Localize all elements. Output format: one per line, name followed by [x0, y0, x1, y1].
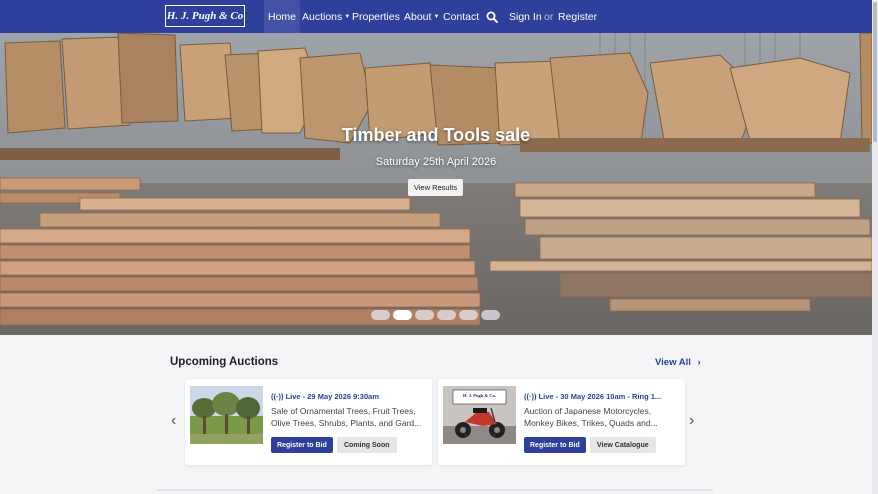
- register-to-bid-button[interactable]: Register to Bid: [524, 437, 586, 453]
- broadcast-icon: ((·)): [524, 392, 537, 401]
- top-navbar: H. J. Pugh & Co Home Auctions ▼ Propertie…: [0, 0, 872, 33]
- view-results-button[interactable]: View Results: [408, 179, 463, 196]
- scrollbar-thumb[interactable]: [873, 2, 877, 142]
- chevron-down-icon: ▼: [433, 13, 440, 20]
- nav-contact[interactable]: Contact: [443, 0, 479, 33]
- nav-about[interactable]: About ▼: [404, 0, 439, 33]
- hero-title: Timber and Tools sale: [341, 125, 531, 145]
- hero-carousel[interactable]: Timber and Tools sale Saturday 25th Apri…: [0, 33, 872, 335]
- carousel-dot[interactable]: [459, 310, 478, 320]
- section-divider: [157, 489, 713, 491]
- auction-live-date: ((·)) Live - 29 May 2026 9:30am: [271, 392, 426, 401]
- view-all-link[interactable]: View All ›: [655, 357, 701, 368]
- auction-card[interactable]: H. J. Pugh & Co. ((·)) Live - 30 May 202…: [438, 379, 685, 465]
- nav-auctions[interactable]: Auctions ▼: [302, 0, 350, 33]
- chevron-down-icon: ▼: [344, 13, 351, 20]
- auction-card[interactable]: ((·)) Live - 29 May 2026 9:30am Sale of …: [185, 379, 432, 465]
- auction-live-date: ((·)) Live - 30 May 2026 10am - Ring 1..…: [524, 392, 679, 401]
- nav-auctions-label: Auctions: [302, 10, 343, 23]
- brand-logo[interactable]: H. J. Pugh & Co: [165, 5, 245, 27]
- carousel-prev-arrow[interactable]: ‹: [171, 412, 176, 430]
- hero-subtitle: Saturday 25th April 2026: [375, 156, 497, 168]
- auction-card-image[interactable]: H. J. Pugh & Co.: [443, 386, 516, 444]
- sign-in-link[interactable]: Sign In: [509, 0, 542, 33]
- carousel-dot[interactable]: [481, 310, 500, 320]
- carousel-next-arrow[interactable]: ›: [689, 412, 694, 430]
- coming-soon-button[interactable]: Coming Soon: [337, 437, 397, 453]
- auction-description: Sale of Ornamental Trees, Fruit Trees, O…: [271, 406, 422, 428]
- nav-about-label: About: [404, 10, 432, 23]
- search-icon[interactable]: [486, 0, 498, 33]
- broadcast-icon: ((·)): [271, 392, 284, 401]
- carousel-dot[interactable]: [415, 310, 434, 320]
- carousel-dot-active[interactable]: [393, 310, 412, 320]
- carousel-dot[interactable]: [437, 310, 456, 320]
- image-sign-text: H. J. Pugh & Co.: [463, 393, 496, 398]
- or-separator: or: [544, 10, 554, 23]
- auction-live-text: Live - 30 May 2026 10am - Ring 1...: [538, 392, 662, 401]
- auction-card-image[interactable]: [190, 386, 263, 444]
- auction-description: Auction of Japanese Motorcycles, Monkey …: [524, 406, 658, 428]
- page: H. J. Pugh & Co Home Auctions ▼ Propertie…: [0, 0, 878, 494]
- carousel-dot[interactable]: [371, 310, 390, 320]
- auction-live-text: Live - 29 May 2026 9:30am: [285, 392, 379, 401]
- section-title: Upcoming Auctions: [170, 356, 279, 368]
- view-catalogue-button[interactable]: View Catalogue: [590, 437, 656, 453]
- view-all-label: View All: [655, 357, 691, 368]
- chevron-right-icon: ›: [697, 357, 701, 368]
- nav-properties[interactable]: Properties: [352, 0, 400, 33]
- nav-home[interactable]: Home: [264, 0, 301, 33]
- carousel-indicators: [371, 310, 500, 320]
- page-scrollbar[interactable]: [872, 0, 878, 494]
- register-to-bid-button[interactable]: Register to Bid: [271, 437, 333, 453]
- register-link[interactable]: Register: [558, 0, 597, 33]
